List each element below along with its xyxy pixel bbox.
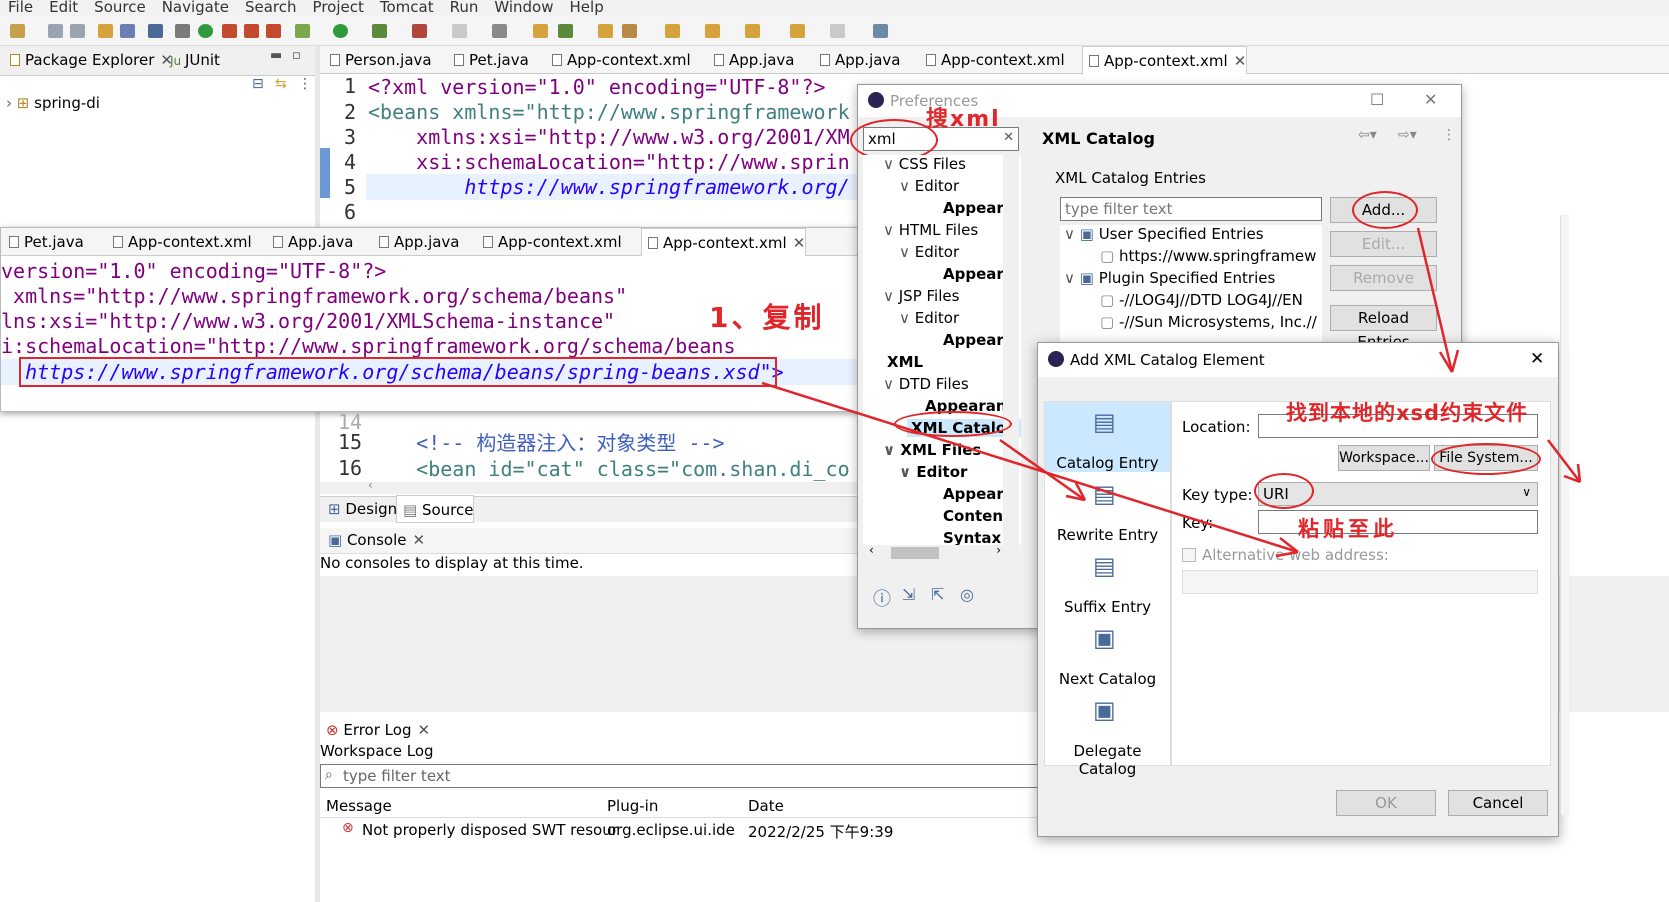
arrow-copy-to-key — [761, 381, 1299, 554]
annotation-arrows — [761, 227, 1582, 558]
arrow-catalog-to-dialog — [999, 438, 1086, 502]
arrow-add-to-dialog — [1416, 227, 1454, 373]
arrow-find-to-filesystem — [1547, 439, 1581, 483]
